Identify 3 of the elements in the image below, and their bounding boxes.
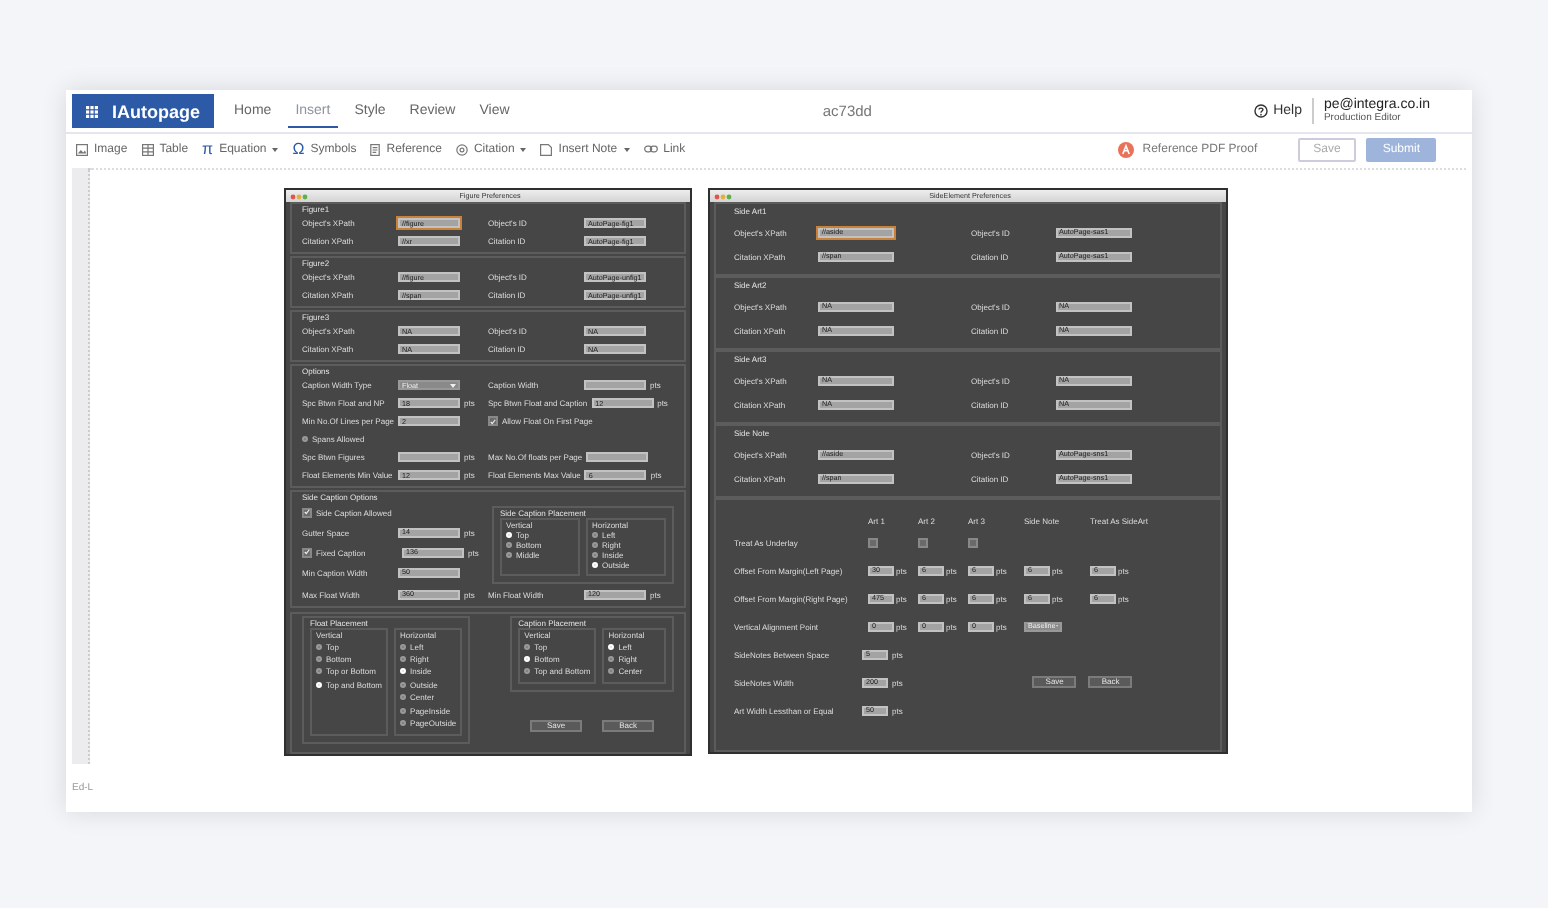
app-logo-button[interactable]: IAutopage [72,94,214,128]
symbol-icon: Ω [292,143,305,155]
symbol-icon: π [202,143,214,155]
